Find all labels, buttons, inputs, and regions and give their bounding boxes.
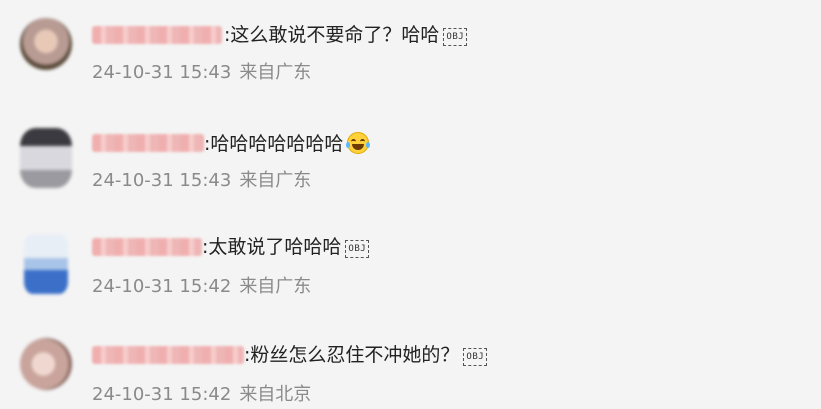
comment-location: 来自广东 bbox=[239, 170, 312, 191]
comment-item: :这么敢说不要命了？哈哈 OBJ 24-10-31 15:43 来自广东 bbox=[0, 0, 821, 100]
obj-placeholder-icon: OBJ bbox=[345, 240, 370, 258]
avatar[interactable] bbox=[24, 234, 68, 294]
username[interactable] bbox=[92, 346, 244, 364]
avatar[interactable] bbox=[20, 18, 72, 70]
laughing-tears-emoji-icon bbox=[346, 132, 371, 154]
username[interactable] bbox=[92, 134, 204, 152]
comment-text: :这么敢说不要命了？哈哈 OBJ bbox=[224, 24, 468, 46]
comment-time: 24-10-31 15:43 bbox=[92, 170, 232, 191]
avatar[interactable] bbox=[20, 338, 72, 390]
comment-time: 24-10-31 15:42 bbox=[92, 384, 232, 405]
obj-placeholder-icon: OBJ bbox=[463, 348, 488, 366]
avatar[interactable] bbox=[20, 128, 72, 188]
comment-body: :太敢说了哈哈哈 bbox=[202, 236, 342, 258]
comment-meta: 24-10-31 15:43 来自广东 bbox=[92, 170, 311, 192]
comment-body: :粉丝怎么忍住不冲她的？ bbox=[244, 344, 460, 366]
comment-time: 24-10-31 15:42 bbox=[92, 276, 232, 297]
comment-meta: 24-10-31 15:42 来自广东 bbox=[92, 276, 311, 298]
comment-time: 24-10-31 15:43 bbox=[92, 62, 232, 83]
obj-placeholder-icon: OBJ bbox=[443, 28, 468, 46]
comment-item: :粉丝怎么忍住不冲她的？ OBJ 24-10-31 15:42 来自北京 bbox=[0, 306, 821, 409]
username[interactable] bbox=[92, 26, 222, 44]
comment-body: :哈哈哈哈哈哈哈 bbox=[204, 133, 344, 155]
comment-item: :哈哈哈哈哈哈哈 24-10-31 15:43 来自广东 bbox=[0, 100, 821, 206]
comment-meta: 24-10-31 15:43 来自广东 bbox=[92, 62, 311, 84]
comment-text: :哈哈哈哈哈哈哈 bbox=[204, 132, 371, 155]
comment-location: 来自北京 bbox=[239, 384, 312, 405]
comment-body: :这么敢说不要命了？哈哈 bbox=[224, 24, 440, 46]
comment-location: 来自广东 bbox=[239, 62, 312, 83]
comment-meta: 24-10-31 15:42 来自北京 bbox=[92, 384, 311, 406]
comment-text: :太敢说了哈哈哈 OBJ bbox=[202, 236, 370, 258]
comment-text: :粉丝怎么忍住不冲她的？ OBJ bbox=[244, 344, 488, 366]
username[interactable] bbox=[92, 238, 202, 256]
comment-location: 来自广东 bbox=[239, 276, 312, 297]
comment-item: :太敢说了哈哈哈 OBJ 24-10-31 15:42 来自广东 bbox=[0, 206, 821, 306]
